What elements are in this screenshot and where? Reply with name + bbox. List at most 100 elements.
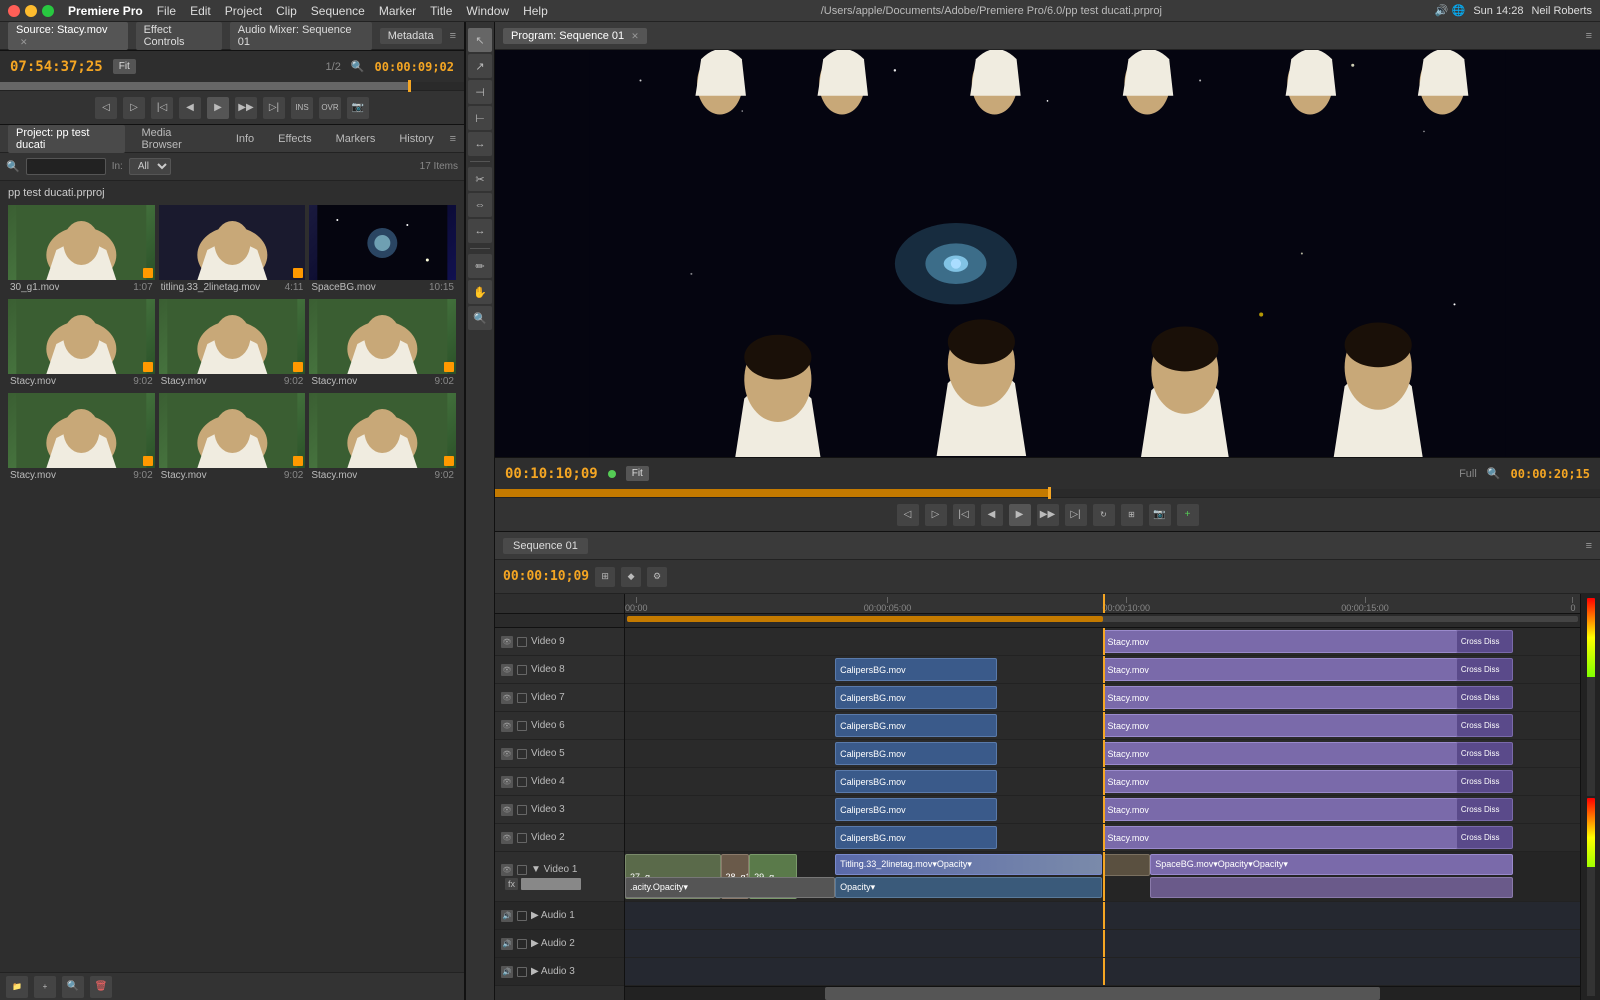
source-goto-out[interactable]: ▷| — [263, 97, 285, 119]
clip-block[interactable]: CalipersBG.mov — [835, 770, 997, 793]
metadata-tab[interactable]: Metadata — [380, 28, 442, 44]
menu-window[interactable]: Window — [466, 4, 509, 18]
find-btn[interactable]: 🔍 — [62, 976, 84, 998]
info-tab[interactable]: Info — [228, 131, 262, 147]
lock-icon[interactable] — [517, 693, 527, 703]
clip-opacity-titling[interactable]: Opacity▾ — [835, 877, 1102, 899]
lock-icon[interactable] — [517, 967, 527, 977]
source-camera[interactable]: 📷 — [347, 97, 369, 119]
new-bin-btn[interactable]: 📁 — [6, 976, 28, 998]
menu-sequence[interactable]: Sequence — [311, 4, 365, 18]
video1-fx-btn[interactable]: fx — [505, 878, 518, 890]
cross-dissolve-v8[interactable]: Cross Diss — [1456, 658, 1513, 681]
close-button[interactable] — [8, 5, 20, 17]
in-dropdown[interactable]: All — [129, 158, 171, 175]
cross-dissolve-v2[interactable]: Cross Diss — [1456, 826, 1513, 849]
program-play[interactable]: ▶ — [1009, 504, 1031, 526]
media-browser-tab[interactable]: Media Browser — [133, 125, 219, 153]
menu-clip[interactable]: Clip — [276, 4, 297, 18]
clip-block[interactable]: Stacy.mov — [1103, 798, 1466, 821]
list-item[interactable]: Stacy.mov 9:02 — [8, 299, 155, 389]
pen-tool[interactable]: ✏ — [468, 254, 492, 278]
app-name[interactable]: Premiere Pro — [68, 4, 143, 18]
clip-spacebg-opacity[interactable] — [1150, 877, 1513, 899]
program-scrubber[interactable] — [495, 489, 1600, 497]
audio-icon[interactable]: 🔊 — [501, 938, 513, 950]
program-step-back[interactable]: ◀ — [981, 504, 1003, 526]
source-goto-in[interactable]: |◁ — [151, 97, 173, 119]
clip-block[interactable]: Stacy.mov — [1103, 714, 1466, 737]
lock-icon[interactable] — [517, 833, 527, 843]
delete-btn[interactable]: 🗑 — [90, 976, 112, 998]
clip-block[interactable]: CalipersBG.mov — [835, 686, 997, 709]
menu-title[interactable]: Title — [430, 4, 452, 18]
clip-block[interactable]: CalipersBG.mov — [835, 798, 997, 821]
clip-block[interactable]: Stacy.mov — [1103, 742, 1466, 765]
clip-block[interactable]: Stacy.mov — [1103, 658, 1466, 681]
source-play[interactable]: ▶ — [207, 97, 229, 119]
source-mark-out[interactable]: ▷ — [123, 97, 145, 119]
clip-block[interactable]: Stacy.mov — [1103, 630, 1466, 653]
program-step-fwd[interactable]: ▶▶ — [1037, 504, 1059, 526]
program-mark-out[interactable]: ▷ — [925, 504, 947, 526]
visibility-icon[interactable]: 👁 — [501, 748, 513, 760]
list-item[interactable]: Stacy.mov 9:02 — [309, 393, 456, 483]
menu-file[interactable]: File — [157, 4, 176, 18]
lock-icon[interactable] — [517, 637, 527, 647]
ripple-edit-tool[interactable]: ⊣ — [468, 80, 492, 104]
source-scrubber-head[interactable] — [408, 80, 411, 92]
clip-block[interactable]: Stacy.mov — [1103, 826, 1466, 849]
effect-controls-tab[interactable]: Effect Controls — [136, 22, 222, 50]
list-item[interactable]: Stacy.mov 9:02 — [309, 299, 456, 389]
menu-help[interactable]: Help — [523, 4, 548, 18]
program-goto-out[interactable]: ▷| — [1065, 504, 1087, 526]
lock-icon[interactable] — [517, 939, 527, 949]
tl-marker-btn[interactable]: ◆ — [621, 567, 641, 587]
cross-dissolve-v3[interactable]: Cross Diss — [1456, 798, 1513, 821]
program-loop[interactable]: ↻ — [1093, 504, 1115, 526]
scrollbar-thumb[interactable] — [825, 987, 1380, 1000]
program-goto-in[interactable]: |◁ — [953, 504, 975, 526]
source-tab-close[interactable]: ✕ — [20, 37, 28, 47]
search-input[interactable] — [26, 158, 106, 175]
clip-block[interactable]: Stacy.mov — [1103, 686, 1466, 709]
program-monitor-menu[interactable]: ≡ — [1586, 30, 1592, 42]
timeline-menu[interactable]: ≡ — [1586, 540, 1592, 552]
cross-dissolve-v7[interactable]: Cross Diss — [1456, 686, 1513, 709]
list-item[interactable]: Stacy.mov 9:02 — [8, 393, 155, 483]
slip-tool[interactable]: ⇔ — [468, 193, 492, 217]
razor-tool[interactable]: ✂ — [468, 167, 492, 191]
cross-dissolve-v5[interactable]: Cross Diss — [1456, 742, 1513, 765]
lock-icon[interactable] — [517, 805, 527, 815]
source-insert[interactable]: INS — [291, 97, 313, 119]
visibility-icon[interactable]: 👁 — [501, 664, 513, 676]
source-step-fwd[interactable]: ▶▶ — [235, 97, 257, 119]
clip-block[interactable]: CalipersBG.mov — [835, 658, 997, 681]
list-item[interactable]: Stacy.mov 9:02 — [159, 393, 306, 483]
history-tab[interactable]: History — [391, 131, 441, 147]
rate-stretch-tool[interactable]: ↔ — [468, 132, 492, 156]
source-fit-btn[interactable]: Fit — [113, 59, 136, 74]
project-tab[interactable]: Project: pp test ducati — [8, 125, 125, 153]
timeline-ruler[interactable]: 00:00 00:00:05:00 00:00:10:00 00:00:15:0… — [625, 594, 1580, 614]
visibility-icon[interactable]: 👁 — [501, 720, 513, 732]
track-select-tool[interactable]: ↗ — [468, 54, 492, 78]
program-mark-in[interactable]: ◁ — [897, 504, 919, 526]
program-tab-close[interactable]: ✕ — [631, 31, 639, 41]
markers-tab[interactable]: Markers — [328, 131, 384, 147]
clip-thumb-small[interactable] — [1103, 854, 1151, 876]
program-tab[interactable]: Program: Sequence 01 ✕ — [503, 28, 647, 44]
visibility-icon[interactable]: 👁 — [501, 776, 513, 788]
clip-spacebg[interactable]: SpaceBG.mov▾Opacity▾Opacity▾ — [1150, 854, 1513, 875]
program-scrubber-head[interactable] — [1048, 487, 1051, 499]
selection-tool[interactable]: ↖ — [468, 28, 492, 52]
source-overlay[interactable]: OVR — [319, 97, 341, 119]
cross-dissolve-v9[interactable]: Cross Diss — [1456, 630, 1513, 653]
tl-sequence-btn[interactable]: ⊞ — [595, 567, 615, 587]
visibility-icon[interactable]: 👁 — [501, 804, 513, 816]
clip-block-titling[interactable]: Titling.33_2linetag.mov▾Opacity▾ — [835, 854, 1102, 875]
zoom-nav-bar[interactable] — [625, 614, 1580, 628]
program-fit-btn[interactable]: Fit — [626, 466, 649, 481]
zoom-tool[interactable]: 🔍 — [468, 306, 492, 330]
list-item[interactable]: titling.33_2linetag.mov 4:11 — [159, 205, 306, 295]
